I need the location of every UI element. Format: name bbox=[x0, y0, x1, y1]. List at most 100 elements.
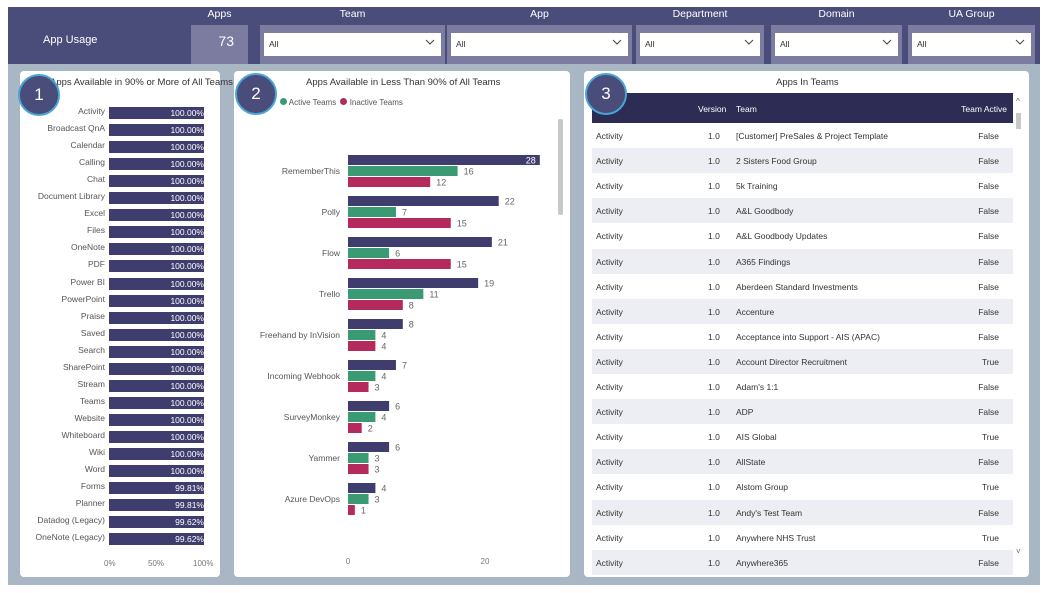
data-label: 3 bbox=[375, 454, 380, 464]
category-label: RememberThis bbox=[282, 166, 340, 176]
team-active-cell: False bbox=[978, 256, 999, 267]
table-row[interactable]: Activity 1.0 Account Director Recruitment T… bbox=[592, 348, 1013, 374]
data-label: 3 bbox=[375, 465, 380, 475]
column-header-team-active[interactable]: Team Active bbox=[961, 104, 1007, 114]
table-row[interactable]: Activity 1.0 Andy's Test Team False bbox=[592, 499, 1013, 525]
bar[interactable] bbox=[348, 412, 376, 422]
bar[interactable] bbox=[348, 248, 390, 258]
bar-row: Broadcast QnA 100.00% bbox=[20, 122, 220, 139]
version-cell: 1.0 bbox=[708, 407, 720, 418]
table-row[interactable]: Activity 1.0 Anywhere NHS Trust True bbox=[592, 525, 1013, 550]
scrollbar-thumb[interactable] bbox=[558, 119, 563, 215]
table-row[interactable]: Activity 1.0 Anywhere365 False bbox=[592, 549, 1013, 575]
table-row[interactable]: Activity 1.0 Accenture False bbox=[592, 298, 1013, 324]
app-cell: Activity bbox=[596, 206, 623, 217]
data-label: 100.00% bbox=[170, 312, 204, 323]
table-row[interactable]: Activity 1.0 Aberdeen Standard Investments… bbox=[592, 274, 1013, 299]
bar[interactable] bbox=[348, 218, 451, 228]
team-cell: Aberdeen Standard Investments bbox=[736, 281, 858, 292]
bar[interactable] bbox=[348, 155, 540, 165]
data-label: 11 bbox=[429, 290, 438, 300]
bar[interactable] bbox=[348, 237, 492, 247]
column-header-team[interactable]: Team bbox=[736, 104, 757, 114]
team-cell: Account Director Recruitment bbox=[736, 356, 848, 367]
category-label: Activity bbox=[78, 106, 105, 116]
table-row[interactable]: Activity 1.0 Alstom Group True bbox=[592, 474, 1013, 499]
domain-filter-dropdown[interactable]: All bbox=[775, 33, 898, 56]
table-row[interactable]: Activity 1.0 AIS Global True bbox=[592, 424, 1013, 449]
data-label: 16 bbox=[464, 167, 474, 177]
data-label: 4 bbox=[381, 413, 386, 423]
data-label: 28 bbox=[526, 156, 536, 166]
bar[interactable] bbox=[348, 289, 424, 299]
bar[interactable] bbox=[348, 483, 376, 493]
app-filter-value: All bbox=[456, 39, 466, 49]
ua-group-filter-dropdown[interactable]: All bbox=[912, 33, 1031, 56]
bar[interactable] bbox=[348, 442, 390, 452]
table-row[interactable]: Activity 1.0 A365 Findings False bbox=[592, 248, 1013, 274]
table-row[interactable]: Activity 1.0 2 Sisters Food Group False bbox=[592, 148, 1013, 174]
bar[interactable] bbox=[348, 401, 390, 411]
bar[interactable] bbox=[348, 371, 376, 381]
column-header-version[interactable]: Version bbox=[698, 104, 726, 114]
version-cell: 1.0 bbox=[708, 256, 720, 267]
category-label: Stream bbox=[77, 378, 105, 389]
bar[interactable] bbox=[348, 341, 376, 351]
team-cell: Adam's 1:1 bbox=[736, 382, 779, 392]
apps-count: 73 bbox=[218, 33, 234, 49]
version-cell: 1.0 bbox=[708, 457, 720, 468]
table-row[interactable]: Activity 1.0 [Customer] PreSales & Project… bbox=[592, 123, 1013, 148]
bar[interactable] bbox=[348, 319, 403, 329]
bar[interactable] bbox=[348, 360, 396, 370]
table-row[interactable]: Activity 1.0 ADP False bbox=[592, 399, 1013, 425]
app-filter-dropdown[interactable]: All bbox=[451, 33, 628, 56]
scroll-down-icon[interactable]: ˅ bbox=[1016, 547, 1021, 556]
team-active-cell: False bbox=[978, 306, 999, 317]
table-row[interactable]: Activity 1.0 A&L Goodbody False bbox=[592, 198, 1013, 224]
bar[interactable] bbox=[348, 330, 376, 340]
bar[interactable] bbox=[348, 207, 396, 217]
bar[interactable] bbox=[348, 382, 369, 392]
card-number-badge: 3 bbox=[585, 73, 627, 115]
card-number-badge: 1 bbox=[18, 74, 60, 116]
bar[interactable] bbox=[348, 494, 369, 504]
bar-row: Document Library 100.00% bbox=[20, 190, 220, 207]
bar[interactable] bbox=[348, 300, 403, 310]
category-label: Praise bbox=[80, 310, 105, 321]
apps-card: 73 bbox=[191, 25, 248, 64]
table-row[interactable]: Activity 1.0 AllState False bbox=[592, 449, 1013, 475]
data-label: 100.00% bbox=[170, 261, 204, 272]
bar[interactable] bbox=[348, 505, 355, 515]
team-cell: Acceptance into Support - AIS (APAC) bbox=[736, 331, 880, 342]
bar[interactable] bbox=[348, 166, 458, 176]
team-filter-dropdown[interactable]: All bbox=[264, 33, 441, 56]
version-cell: 1.0 bbox=[708, 131, 720, 141]
table-row[interactable]: Activity 1.0 Adam's 1:1 False bbox=[592, 374, 1013, 399]
x-tick-label: 100% bbox=[193, 559, 214, 568]
app-cell: Activity bbox=[596, 557, 623, 568]
bar-row: OneNote (Legacy) 99.62% bbox=[20, 531, 220, 548]
version-cell: 1.0 bbox=[708, 306, 720, 317]
data-label: 100.00% bbox=[170, 193, 204, 204]
bar-row: Planner 99.81% bbox=[20, 497, 220, 514]
bar[interactable] bbox=[348, 196, 499, 206]
table-row[interactable]: Activity 1.0 Acceptance into Support - AIS… bbox=[592, 324, 1013, 349]
bar[interactable] bbox=[348, 464, 369, 474]
table-row[interactable]: Activity 1.0 5k Training False bbox=[592, 173, 1013, 198]
bar[interactable] bbox=[348, 278, 479, 288]
data-label: 15 bbox=[457, 260, 467, 270]
data-label: 4 bbox=[381, 484, 386, 494]
team-cell: 2 Sisters Food Group bbox=[736, 156, 817, 167]
bar[interactable] bbox=[348, 423, 362, 433]
scrollbar-thumb[interactable] bbox=[1016, 113, 1021, 129]
low-availability-card: Apps Available in Less Than 90% of All T… bbox=[234, 71, 570, 577]
data-label: 8 bbox=[409, 301, 414, 311]
scroll-up-icon[interactable]: ^ bbox=[1016, 97, 1020, 106]
department-filter-dropdown[interactable]: All bbox=[640, 33, 760, 56]
bar-row: Datadog (Legacy) 99.62% bbox=[20, 514, 220, 531]
bar[interactable] bbox=[348, 259, 451, 269]
bar[interactable] bbox=[348, 177, 431, 187]
table-row[interactable]: Activity 1.0 A&L Goodbody Updates False bbox=[592, 223, 1013, 248]
bar[interactable] bbox=[348, 453, 369, 463]
team-active-cell: True bbox=[981, 482, 999, 493]
